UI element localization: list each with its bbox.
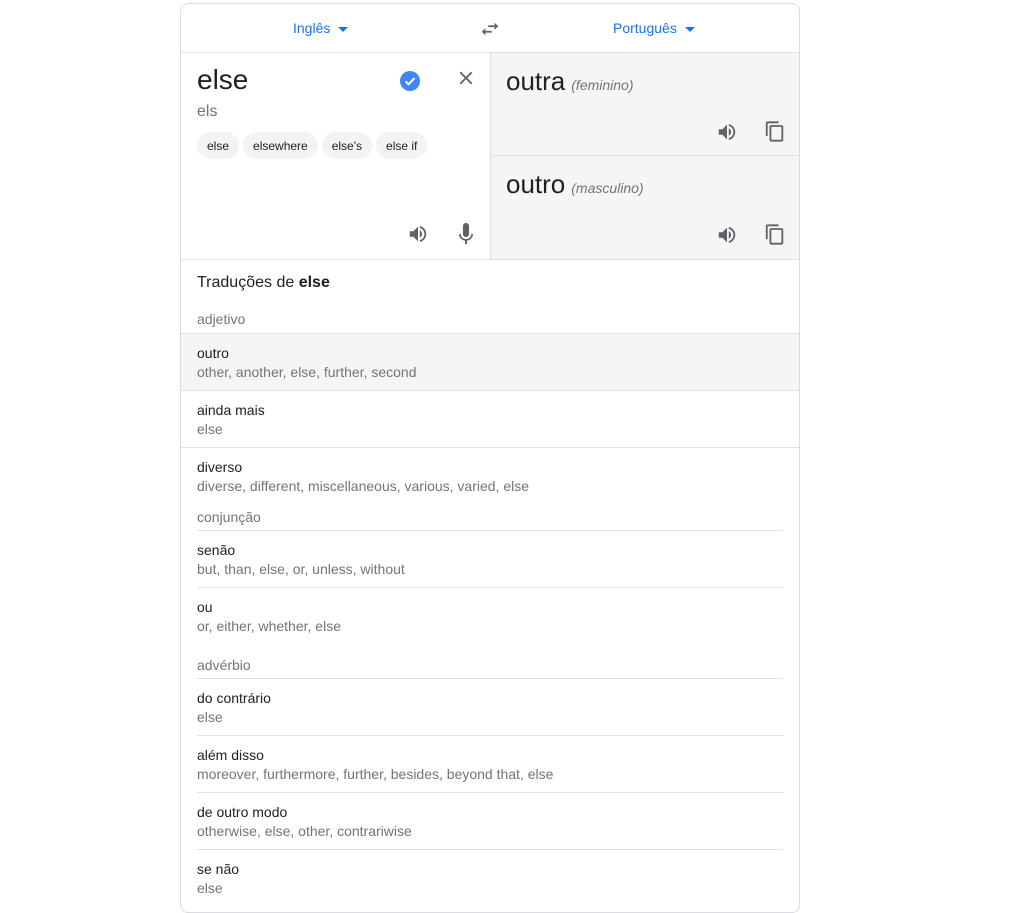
dictionary-title-word: else (298, 274, 330, 291)
entry-synonyms: but, than, else, or, unless, without (197, 561, 405, 577)
source-language-label: Inglês (293, 20, 331, 36)
chevron-down-icon (338, 26, 349, 32)
entry-word: ou (197, 599, 213, 615)
entry-synonyms: else (197, 421, 223, 437)
volume-icon[interactable] (716, 121, 738, 143)
translation-gender: (masculino) (571, 180, 644, 196)
dictionary-entry[interactable]: do contrário else (181, 679, 799, 736)
entry-word: se não (197, 861, 240, 877)
dictionary-entry[interactable]: senão but, than, else, or, unless, witho… (181, 531, 799, 588)
source-text[interactable]: else (197, 64, 248, 96)
copy-icon[interactable] (764, 222, 786, 247)
translation-gender: (feminino) (571, 77, 634, 93)
copy-icon[interactable] (764, 119, 786, 144)
dictionary-title-prefix: Traduções de (197, 274, 295, 291)
suggestion-chip[interactable]: elsewhere (243, 132, 318, 159)
translate-card: Inglês Português else els else elsewhere… (180, 3, 800, 913)
entry-word: senão (197, 542, 236, 558)
target-language-button[interactable]: Português (613, 20, 695, 36)
entry-synonyms: or, either, whether, else (197, 618, 341, 634)
translation-panel: outro (masculino) (491, 156, 799, 259)
entry-word: do contrário (197, 690, 271, 706)
entry-synonyms: otherwise, else, other, contrariwise (197, 823, 412, 839)
dictionary-entry[interactable]: ou or, either, whether, else (181, 588, 799, 645)
suggestion-chip[interactable]: else if (376, 132, 428, 159)
source-phonetic: els (197, 103, 218, 120)
target-language-label: Português (613, 20, 677, 36)
dictionary-entry[interactable]: ainda mais else (181, 391, 799, 448)
language-bar: Inglês Português (181, 4, 799, 53)
mic-icon[interactable] (457, 222, 475, 246)
entry-synonyms: diverse, different, miscellaneous, vario… (197, 478, 530, 494)
close-icon[interactable] (455, 67, 477, 89)
dictionary-title: Traduções de else (197, 274, 330, 292)
volume-icon[interactable] (716, 224, 738, 246)
translation-word: outra (506, 66, 566, 96)
chevron-down-icon (684, 26, 695, 32)
part-of-speech-label: advérbio (197, 657, 251, 673)
divider (181, 259, 799, 260)
source-language-button[interactable]: Inglês (293, 20, 349, 36)
part-of-speech-label: adjetivo (197, 311, 246, 327)
entry-word: ainda mais (197, 402, 265, 418)
swap-icon[interactable] (479, 18, 501, 40)
dictionary-entry[interactable]: outro other, another, else, further, sec… (181, 334, 799, 391)
translation-panel: outra (feminino) (491, 53, 799, 156)
translation-text: outra (feminino) (506, 66, 634, 97)
entry-synonyms: else (197, 709, 223, 725)
entry-synonyms: other, another, else, further, second (197, 364, 417, 380)
dictionary-entry[interactable]: diverso diverse, different, miscellaneou… (181, 448, 799, 505)
check-circle-icon (400, 71, 420, 91)
entry-word: além disso (197, 747, 264, 763)
suggestion-chips: else elsewhere else's else if (197, 132, 428, 159)
entry-word: diverso (197, 459, 243, 475)
volume-icon[interactable] (407, 223, 429, 245)
dictionary-entry[interactable]: se não else (181, 850, 799, 907)
entry-synonyms: moreover, furthermore, further, besides,… (197, 766, 554, 782)
entry-word: outro (197, 345, 229, 361)
entry-word: de outro modo (197, 804, 288, 820)
translation-word: outro (506, 169, 566, 199)
part-of-speech-label: conjunção (197, 509, 261, 525)
source-panel: else els else elsewhere else's else if (181, 53, 491, 259)
dictionary-entry[interactable]: de outro modo otherwise, else, other, co… (181, 793, 799, 850)
suggestion-chip[interactable]: else (197, 132, 240, 159)
suggestion-chip[interactable]: else's (321, 132, 373, 159)
translation-text: outro (masculino) (506, 169, 644, 200)
dictionary-entry[interactable]: além disso moreover, furthermore, furthe… (181, 736, 799, 793)
entry-synonyms: else (197, 880, 223, 896)
